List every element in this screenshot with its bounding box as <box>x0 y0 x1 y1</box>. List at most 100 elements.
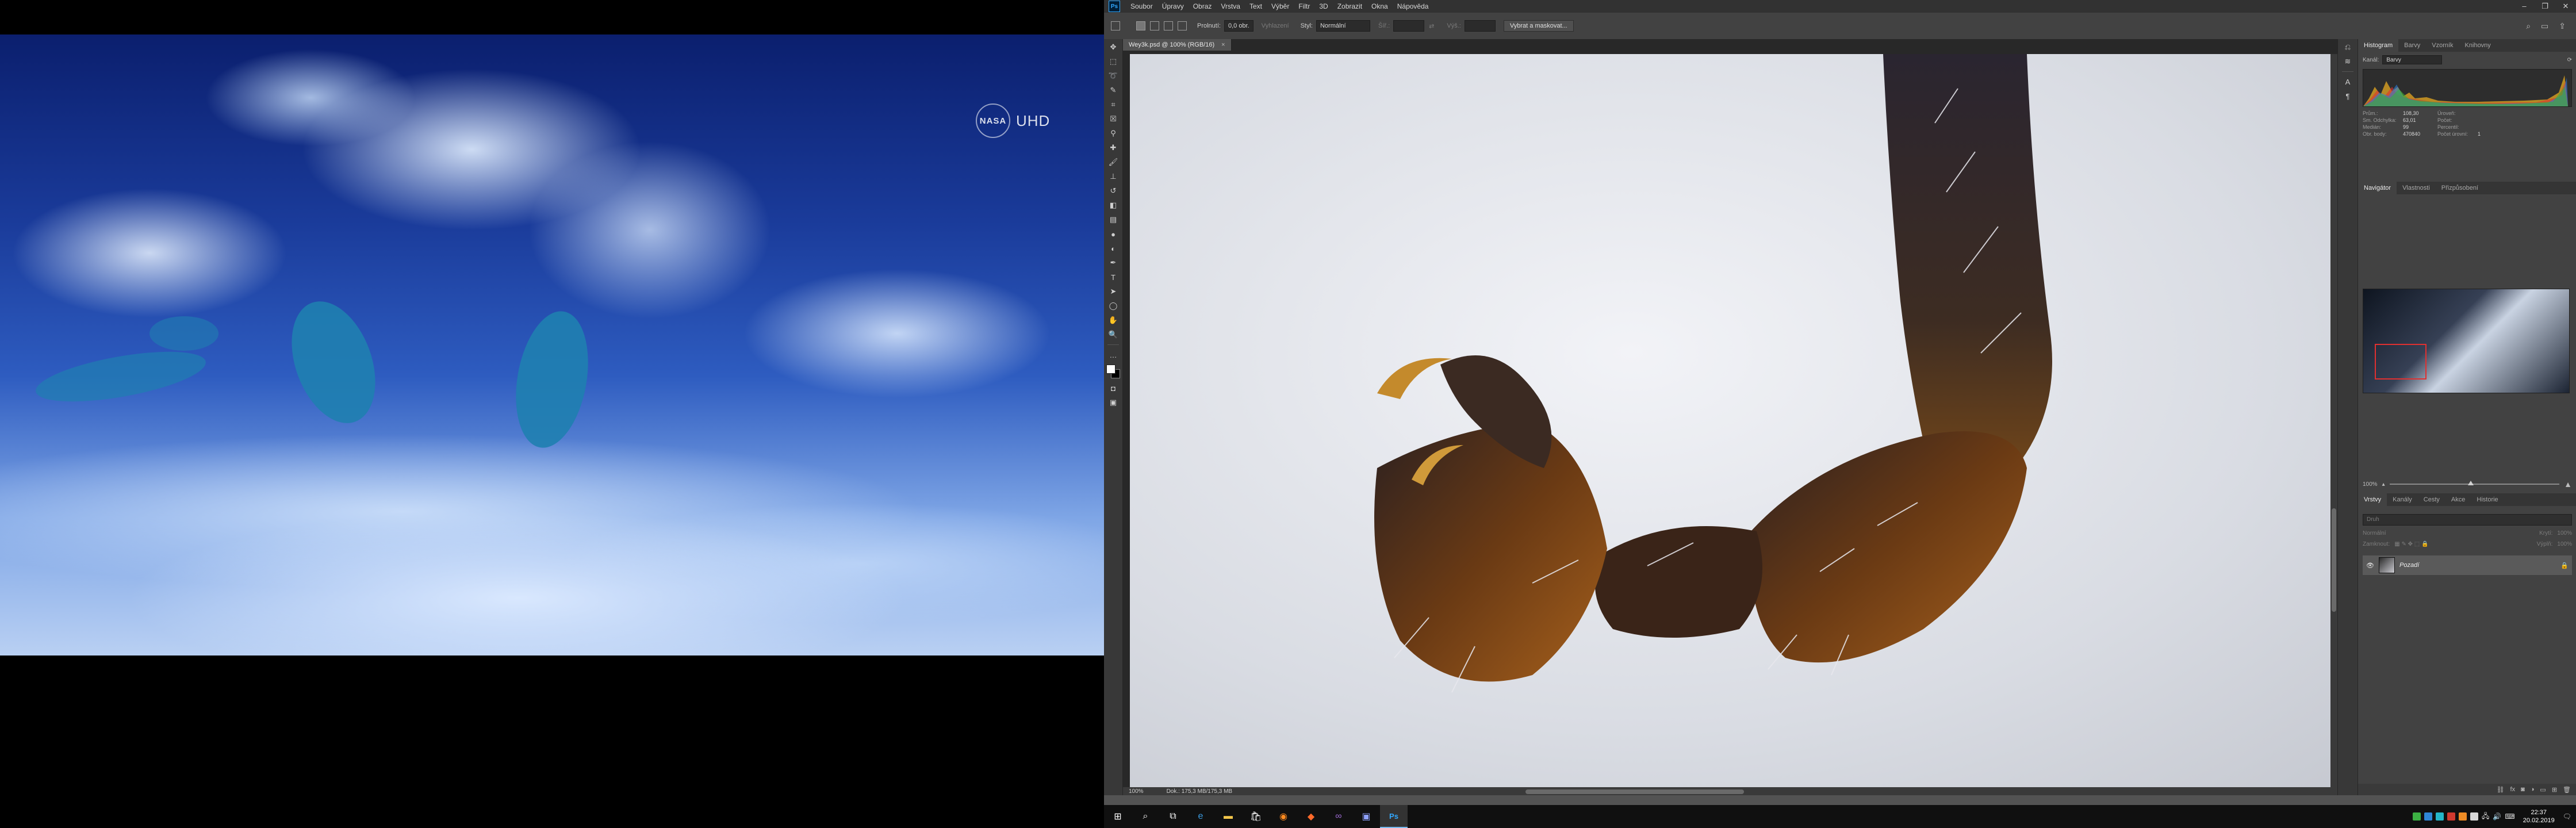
lock-icons[interactable]: ▦ ✎ ✥ ⬚ 🔒 <box>2394 541 2428 547</box>
navigator-thumbnail[interactable] <box>2363 289 2570 393</box>
vertical-scroll-thumb[interactable] <box>2332 508 2336 612</box>
tab-paths[interactable]: Cesty <box>2418 493 2445 506</box>
new-selection-icon[interactable] <box>1136 21 1145 30</box>
more-tools-icon[interactable]: … <box>1107 348 1120 361</box>
task-view-icon[interactable]: ⧉ <box>1159 805 1187 828</box>
feather-input[interactable]: 0,0 obr. <box>1224 20 1254 32</box>
tab-history[interactable]: Historie <box>2471 493 2504 506</box>
channel-select[interactable]: Barvy <box>2382 55 2443 64</box>
quick-mask-icon[interactable]: ◘ <box>1107 382 1120 394</box>
history-panel-icon[interactable]: ⎌ <box>2341 41 2354 53</box>
subtract-selection-icon[interactable] <box>1164 21 1173 30</box>
network-icon[interactable]: 🖧 <box>2482 811 2489 823</box>
tray-icon-orange[interactable] <box>2459 812 2467 821</box>
layer-row[interactable]: 👁 Pozadí 🔒 <box>2363 555 2572 575</box>
clock[interactable]: 22:37 20.02.2019 <box>2523 808 2555 825</box>
paragraph-panel-icon[interactable]: ¶ <box>2341 90 2354 102</box>
menu-item[interactable]: Soubor <box>1126 0 1157 13</box>
menu-item[interactable]: Text <box>1245 0 1267 13</box>
document-tab[interactable]: Wey3k.psd @ 100% (RGB/16) × <box>1123 39 1232 51</box>
firefox-icon[interactable]: ◉ <box>1270 805 1297 828</box>
photoshop-app-icon[interactable]: Ps <box>1109 1 1120 12</box>
clone-stamp-tool-icon[interactable]: ⊥ <box>1107 170 1120 183</box>
menu-item[interactable]: Výběr <box>1267 0 1294 13</box>
dodge-tool-icon[interactable]: ◐ <box>1107 242 1120 255</box>
zoom-in-icon[interactable]: ▲ <box>2564 480 2572 489</box>
maximize-button[interactable]: ❐ <box>2535 0 2555 13</box>
media-app-icon[interactable]: ◆ <box>1297 805 1325 828</box>
marquee-tool-preset-icon[interactable] <box>1111 21 1120 30</box>
blend-mode-select[interactable]: Normální <box>2363 530 2386 536</box>
adjustment-layer-icon[interactable]: ◑ <box>2531 786 2535 793</box>
close-button[interactable]: ✕ <box>2555 0 2576 13</box>
style-select[interactable]: Normální <box>1316 20 1370 32</box>
tab-color[interactable]: Barvy <box>2398 39 2426 52</box>
tab-navigator[interactable]: Navigátor <box>2358 182 2397 194</box>
rect-marquee-tool-icon[interactable]: ⬚ <box>1107 55 1120 68</box>
tab-properties[interactable]: Vlastnosti <box>2397 182 2436 194</box>
eyedropper-tool-icon[interactable]: ⚲ <box>1107 127 1120 140</box>
new-layer-icon[interactable]: ⊞ <box>2552 786 2557 793</box>
menu-item[interactable]: Nápověda <box>1393 0 1433 13</box>
vertical-scrollbar[interactable] <box>2330 54 2337 787</box>
new-group-icon[interactable]: ▭ <box>2540 786 2546 793</box>
edge-browser-icon[interactable]: e <box>1187 805 1214 828</box>
frame-tool-icon[interactable]: ☒ <box>1107 113 1120 125</box>
gradient-tool-icon[interactable]: ▤ <box>1107 213 1120 226</box>
menu-item[interactable]: Úpravy <box>1157 0 1189 13</box>
store-icon[interactable]: 🛍 <box>1242 805 1270 828</box>
zoom-tool-icon[interactable]: 🔍 <box>1107 328 1120 341</box>
save-app-icon[interactable]: ▣ <box>1352 805 1380 828</box>
path-select-tool-icon[interactable]: ➤ <box>1107 285 1120 298</box>
opacity-input[interactable]: 100% <box>2557 530 2572 536</box>
menu-item[interactable]: 3D <box>1314 0 1332 13</box>
layers-filter-input[interactable]: Druh <box>2363 514 2572 526</box>
tab-actions[interactable]: Akce <box>2445 493 2471 506</box>
history-brush-tool-icon[interactable]: ↺ <box>1107 185 1120 197</box>
notifications-icon[interactable]: 🗨 <box>2563 812 2571 821</box>
lasso-tool-icon[interactable]: ➰ <box>1107 70 1120 82</box>
fx-icon[interactable]: fx <box>2510 786 2516 793</box>
file-explorer-icon[interactable]: ▬ <box>1214 805 1242 828</box>
horizontal-scroll-thumb[interactable] <box>1525 789 1744 794</box>
select-and-mask-button[interactable]: Vybrat a maskovat... <box>1503 20 1574 32</box>
tab-layers[interactable]: Vrstvy <box>2358 493 2387 506</box>
add-mask-icon[interactable]: ◙ <box>2521 786 2525 793</box>
tray-icon-blue[interactable] <box>2424 812 2433 821</box>
width-input[interactable] <box>1393 20 1425 32</box>
visibility-eye-icon[interactable]: 👁 <box>2366 562 2374 569</box>
tab-histogram[interactable]: Histogram <box>2358 39 2399 52</box>
antialias-checkbox[interactable]: Vyhlazení <box>1262 22 1289 29</box>
menu-item[interactable]: Zobrazit <box>1333 0 1367 13</box>
visual-studio-icon[interactable]: ∞ <box>1325 805 1352 828</box>
intersect-selection-icon[interactable] <box>1178 21 1187 30</box>
delete-layer-icon[interactable]: 🗑 <box>2563 786 2571 793</box>
menu-item[interactable]: Okna <box>1367 0 1393 13</box>
healing-brush-tool-icon[interactable]: ✚ <box>1107 141 1120 154</box>
move-tool-icon[interactable]: ✥ <box>1107 41 1120 53</box>
brush-settings-icon[interactable]: ≋ <box>2341 55 2354 68</box>
zoom-slider-knob[interactable] <box>2467 481 2474 485</box>
menu-item[interactable]: Obraz <box>1189 0 1217 13</box>
search-icon[interactable]: ⌕ <box>1132 805 1159 828</box>
workspace-icon[interactable]: ▭ <box>2541 21 2548 31</box>
color-swatches[interactable] <box>1106 365 1120 378</box>
tab-channels[interactable]: Kanály <box>2387 493 2418 506</box>
fill-input[interactable]: 100% <box>2557 541 2572 547</box>
tab-adjustments[interactable]: Přizpůsobení <box>2436 182 2484 194</box>
foreground-color-swatch[interactable] <box>1106 365 1116 374</box>
share-icon[interactable]: ⇪ <box>2559 21 2566 31</box>
navigator-zoom-value[interactable]: 100% <box>2363 481 2378 488</box>
blur-tool-icon[interactable]: ● <box>1107 228 1120 240</box>
quick-select-tool-icon[interactable]: ✎ <box>1107 84 1120 97</box>
zoom-slider[interactable] <box>2389 481 2560 485</box>
add-selection-icon[interactable] <box>1150 21 1159 30</box>
tray-icon-white[interactable] <box>2470 812 2479 821</box>
ellipse-tool-icon[interactable]: ◯ <box>1107 300 1120 312</box>
link-layers-icon[interactable]: ⛓ <box>2497 786 2505 793</box>
tray-icon-green[interactable] <box>2413 812 2421 821</box>
crop-tool-icon[interactable]: ⌗ <box>1107 98 1120 111</box>
image-canvas[interactable] <box>1130 54 2337 787</box>
eraser-tool-icon[interactable]: ◧ <box>1107 199 1120 212</box>
brush-tool-icon[interactable]: 🖌 <box>1107 156 1120 168</box>
